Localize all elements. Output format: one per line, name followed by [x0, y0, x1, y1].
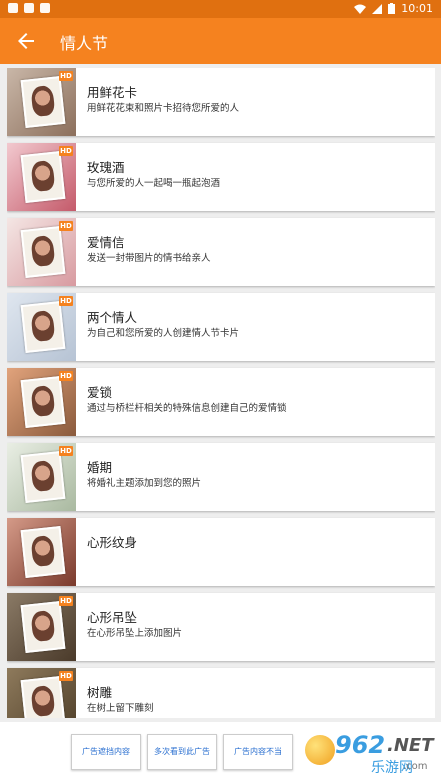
- item-subtitle: 与您所爱的人一起喝一瓶起泡酒: [87, 178, 221, 189]
- item-subtitle: 发送一封带图片的情书给亲人: [87, 253, 211, 264]
- list-item[interactable]: HD 爱情信发送一封带图片的情书给亲人: [7, 218, 435, 286]
- template-thumbnail: HD: [7, 593, 76, 661]
- photo-frame: [20, 676, 66, 718]
- template-thumbnail: HD: [7, 218, 76, 286]
- watermark-number: 962: [335, 731, 386, 759]
- list-item[interactable]: HD 心形吊坠在心形吊坠上添加图片: [7, 593, 435, 661]
- portrait-image: [30, 84, 56, 118]
- page-title: 情人节: [60, 34, 109, 53]
- photo-frame: [20, 451, 66, 503]
- notification-icon: [8, 3, 18, 13]
- notification-icons: [8, 3, 50, 13]
- notification-icon: [40, 3, 50, 13]
- list-item[interactable]: HD 树雕在树上留下雕刻: [7, 668, 435, 718]
- hd-badge: HD: [59, 296, 73, 306]
- item-title: 心形吊坠: [87, 610, 138, 625]
- list-item[interactable]: HD 爱锁通过与桥栏杆相关的特殊信息创建自己的爱情锁: [7, 368, 435, 436]
- hd-badge: HD: [59, 596, 73, 606]
- photo-frame: [20, 301, 66, 353]
- item-subtitle: 将婚礼主题添加到您的照片: [87, 478, 202, 489]
- list-item[interactable]: HD 两个情人为自己和您所爱的人创建情人节卡片: [7, 293, 435, 361]
- portrait-image: [30, 234, 56, 268]
- item-title: 爱情信: [87, 235, 125, 250]
- photo-frame: [20, 226, 66, 278]
- feedback-button-blocks-content[interactable]: 广告遮挡内容: [71, 734, 141, 770]
- app-bar: 情人节: [0, 18, 441, 64]
- battery-icon: [388, 3, 396, 14]
- list-item[interactable]: 心形纹身: [7, 518, 435, 586]
- item-title: 两个情人: [87, 310, 138, 325]
- item-title: 用鲜花卡: [87, 85, 138, 100]
- photo-frame: [20, 376, 66, 428]
- feedback-button-seen-too-often[interactable]: 多次看到此广告: [147, 734, 217, 770]
- item-title: 玫瑰酒: [87, 160, 125, 175]
- photo-frame: [20, 76, 66, 128]
- portrait-image: [30, 159, 56, 193]
- template-thumbnail: HD: [7, 443, 76, 511]
- hd-badge: HD: [59, 221, 73, 231]
- item-title: 婚期: [87, 460, 113, 475]
- item-subtitle: 用鲜花花束和照片卡招待您所爱的人: [87, 103, 240, 114]
- portrait-image: [30, 684, 56, 718]
- template-thumbnail: HD: [7, 293, 76, 361]
- back-arrow-icon[interactable]: [14, 29, 38, 53]
- template-thumbnail: [7, 518, 76, 586]
- site-watermark: 962 .NET 乐游网 .com: [305, 727, 437, 779]
- item-subtitle: 在树上留下雕刻: [87, 703, 154, 714]
- item-title: 爱锁: [87, 385, 113, 400]
- watermark-suffix: .NET: [387, 735, 434, 756]
- signal-icon: [372, 3, 383, 14]
- hd-badge: HD: [59, 71, 73, 81]
- photo-frame: [20, 151, 66, 203]
- item-title: 心形纹身: [87, 535, 138, 550]
- template-list[interactable]: HD 用鲜花卡用鲜花花束和照片卡招待您所爱的人 HD 玫瑰酒与您所爱的人一起喝一瓶起泡…: [7, 68, 435, 718]
- list-item[interactable]: HD 玫瑰酒与您所爱的人一起喝一瓶起泡酒: [7, 143, 435, 211]
- status-bar: 10:01: [0, 0, 441, 18]
- portrait-image: [30, 309, 56, 343]
- photo-frame: [20, 526, 66, 578]
- template-thumbnail: HD: [7, 668, 76, 718]
- portrait-image: [30, 459, 56, 493]
- hd-badge: HD: [59, 371, 73, 381]
- item-title: 树雕: [87, 685, 113, 700]
- portrait-image: [30, 534, 56, 568]
- list-item[interactable]: HD 婚期将婚礼主题添加到您的照片: [7, 443, 435, 511]
- template-thumbnail: HD: [7, 143, 76, 211]
- item-subtitle: 在心形吊坠上添加图片: [87, 628, 183, 639]
- photo-frame: [20, 601, 66, 653]
- portrait-image: [30, 609, 56, 643]
- notification-icon: [24, 3, 34, 13]
- hd-badge: HD: [59, 446, 73, 456]
- hd-badge: HD: [59, 146, 73, 156]
- item-subtitle: 通过与桥栏杆相关的特殊信息创建自己的爱情锁: [87, 403, 287, 414]
- status-time: 10:01: [401, 2, 433, 15]
- feedback-button-inappropriate[interactable]: 广告内容不当: [223, 734, 293, 770]
- list-item[interactable]: HD 用鲜花卡用鲜花花束和照片卡招待您所爱的人: [7, 68, 435, 136]
- portrait-image: [30, 384, 56, 418]
- watermark-domain: .com: [403, 761, 428, 772]
- wifi-icon: [354, 4, 367, 14]
- item-subtitle: 为自己和您所爱的人创建情人节卡片: [87, 328, 240, 339]
- watermark-logo-icon: [305, 735, 335, 765]
- hd-badge: HD: [59, 671, 73, 681]
- template-thumbnail: HD: [7, 368, 76, 436]
- template-thumbnail: HD: [7, 68, 76, 136]
